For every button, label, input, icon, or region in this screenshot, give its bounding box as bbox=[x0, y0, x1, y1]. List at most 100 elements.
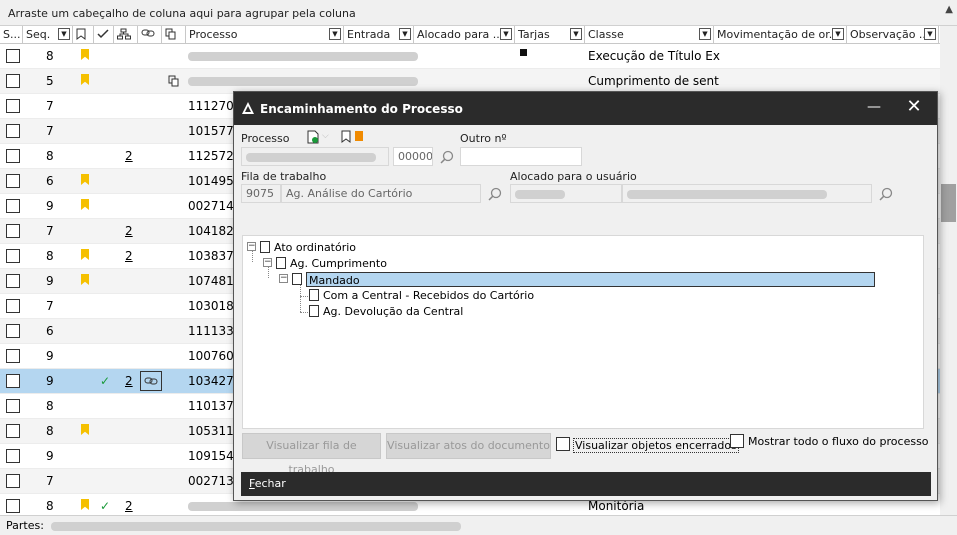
fluxo-checkbox[interactable] bbox=[730, 434, 744, 448]
header-col-entrada[interactable]: Entrada ▼ bbox=[344, 26, 414, 44]
outro-label: Outro nº bbox=[460, 132, 507, 145]
partes-label: Partes: bbox=[6, 519, 44, 532]
link-icon bbox=[141, 29, 155, 37]
app-logo-icon bbox=[242, 102, 254, 114]
header-col-processo[interactable]: Processo ▼ bbox=[186, 26, 344, 44]
filter-dropdown-icon[interactable]: ▼ bbox=[500, 28, 512, 40]
count-link[interactable]: 2 bbox=[125, 244, 133, 269]
usuario-code-input[interactable] bbox=[510, 184, 622, 203]
row-select-checkbox[interactable] bbox=[6, 324, 20, 338]
search-icon[interactable] bbox=[488, 187, 502, 201]
filter-dropdown-icon[interactable]: ▼ bbox=[329, 28, 341, 40]
header-col-check[interactable] bbox=[94, 26, 114, 44]
search-icon[interactable] bbox=[879, 187, 893, 201]
close-button[interactable]: ✕ bbox=[900, 94, 928, 122]
search-icon[interactable] bbox=[440, 150, 454, 164]
count-link[interactable]: 2 bbox=[125, 219, 133, 244]
fila-code-input[interactable]: 9075 bbox=[241, 184, 281, 203]
header-col-s[interactable]: S... bbox=[0, 26, 23, 44]
row-select-checkbox[interactable] bbox=[6, 474, 20, 488]
vertical-scrollbar[interactable] bbox=[940, 26, 957, 515]
header-col-tarjas[interactable]: Tarjas ▼ bbox=[515, 26, 585, 44]
filter-dropdown-icon[interactable]: ▼ bbox=[570, 28, 582, 40]
visualizar-fila-button[interactable]: Visualizar fila de trabalho bbox=[242, 433, 381, 476]
seq-cell: 8 bbox=[46, 249, 54, 263]
dropdown-arrow-icon[interactable]: ⌵ bbox=[322, 131, 329, 141]
document-node-icon bbox=[260, 241, 270, 253]
seq-cell: 9 bbox=[46, 199, 54, 213]
documents-icon[interactable] bbox=[168, 75, 180, 87]
header-col-seq[interactable]: Seq. ▼ bbox=[23, 26, 73, 44]
row-select-checkbox[interactable] bbox=[6, 174, 20, 188]
row-select-checkbox[interactable] bbox=[6, 249, 20, 263]
orange-marker-icon bbox=[355, 131, 363, 141]
header-col-docs[interactable] bbox=[162, 26, 186, 44]
row-select-checkbox[interactable] bbox=[6, 424, 20, 438]
document-add-icon[interactable] bbox=[307, 130, 319, 144]
row-select-checkbox[interactable] bbox=[6, 224, 20, 238]
bookmark-flag-icon bbox=[81, 249, 89, 260]
filter-dropdown-icon[interactable]: ▼ bbox=[699, 28, 711, 40]
header-col-link[interactable] bbox=[138, 26, 162, 44]
row-select-checkbox[interactable] bbox=[6, 199, 20, 213]
visualizar-atos-button[interactable]: Visualizar atos do documento bbox=[386, 433, 551, 459]
count-link[interactable]: 2 bbox=[125, 494, 133, 515]
group-by-bar[interactable]: Arraste um cabeçalho de coluna aqui para… bbox=[0, 0, 957, 26]
processo-suffix-input[interactable]: 00000 bbox=[393, 147, 433, 166]
seq-cell: 8 bbox=[46, 149, 54, 163]
fluxo-label[interactable]: Mostrar todo o fluxo do processo bbox=[748, 435, 929, 448]
row-select-checkbox[interactable] bbox=[6, 49, 20, 63]
tree-node-label[interactable]: Ato ordinatório bbox=[274, 240, 356, 255]
dialog-titlebar[interactable]: Encaminhamento do Processo — ✕ bbox=[234, 92, 937, 125]
link-icon[interactable] bbox=[140, 371, 162, 391]
header-label: Tarjas bbox=[518, 28, 550, 41]
tree-node-label[interactable]: Ag. Devolução da Central bbox=[323, 304, 463, 319]
fila-name-input[interactable]: Ag. Análise do Cartório bbox=[281, 184, 481, 203]
tree-node-label[interactable]: Mandado bbox=[306, 272, 875, 287]
tree-node-label[interactable]: Ag. Cumprimento bbox=[290, 256, 387, 271]
tree-expander-icon[interactable]: − bbox=[279, 274, 288, 283]
row-select-checkbox[interactable] bbox=[6, 299, 20, 313]
usuario-name-input[interactable] bbox=[622, 184, 872, 203]
row-select-checkbox[interactable] bbox=[6, 499, 20, 513]
bookmark-flag-icon bbox=[81, 499, 89, 510]
document-node-icon bbox=[276, 257, 286, 269]
header-col-classe[interactable]: Classe ▼ bbox=[585, 26, 714, 44]
filter-dropdown-icon[interactable]: ▼ bbox=[399, 28, 411, 40]
seq-cell: 8 bbox=[46, 399, 54, 413]
header-col-movimentacao[interactable]: Movimentação de or... ▼ bbox=[714, 26, 847, 44]
filter-dropdown-icon[interactable]: ▼ bbox=[58, 28, 70, 40]
row-select-checkbox[interactable] bbox=[6, 74, 20, 88]
table-row[interactable]: 8 Execução de Título Ex bbox=[0, 44, 940, 69]
filter-dropdown-icon[interactable]: ▼ bbox=[832, 28, 844, 40]
row-select-checkbox[interactable] bbox=[6, 449, 20, 463]
header-col-alocado[interactable]: Alocado para ... ▼ bbox=[414, 26, 515, 44]
bookmark-icon[interactable] bbox=[341, 130, 351, 143]
checkmark-icon: ✓ bbox=[100, 499, 111, 513]
count-link[interactable]: 2 bbox=[125, 144, 133, 169]
row-select-checkbox[interactable] bbox=[6, 149, 20, 163]
filter-dropdown-icon[interactable]: ▼ bbox=[924, 28, 936, 40]
row-select-checkbox[interactable] bbox=[6, 124, 20, 138]
header-col-observacao[interactable]: Observação ... ▼ bbox=[847, 26, 939, 44]
fechar-button[interactable]: Fechar bbox=[249, 477, 286, 490]
outro-numero-input[interactable] bbox=[460, 147, 582, 166]
processo-number-input[interactable] bbox=[241, 147, 389, 166]
row-select-checkbox[interactable] bbox=[6, 374, 20, 388]
minimize-button[interactable]: — bbox=[860, 94, 888, 122]
workflow-tree[interactable]: − Ato ordinatório − Ag. Cumprimento − Mandado… bbox=[242, 235, 924, 429]
count-link[interactable]: 2 bbox=[125, 369, 133, 394]
row-select-checkbox[interactable] bbox=[6, 274, 20, 288]
row-select-checkbox[interactable] bbox=[6, 399, 20, 413]
encerrados-label[interactable]: Visualizar objetos encerrados bbox=[573, 438, 739, 453]
tree-node-label[interactable]: Com a Central - Recebidos do Cartório bbox=[323, 288, 534, 303]
scroll-up-arrow-icon[interactable]: ▲ bbox=[945, 4, 953, 15]
row-select-checkbox[interactable] bbox=[6, 99, 20, 113]
encerrados-checkbox[interactable] bbox=[556, 437, 570, 451]
header-col-tree[interactable] bbox=[114, 26, 138, 44]
header-col-flag[interactable] bbox=[73, 26, 94, 44]
tree-expander-icon[interactable]: − bbox=[247, 242, 256, 251]
scrollbar-thumb[interactable] bbox=[941, 184, 956, 222]
tree-expander-icon[interactable]: − bbox=[263, 258, 272, 267]
row-select-checkbox[interactable] bbox=[6, 349, 20, 363]
